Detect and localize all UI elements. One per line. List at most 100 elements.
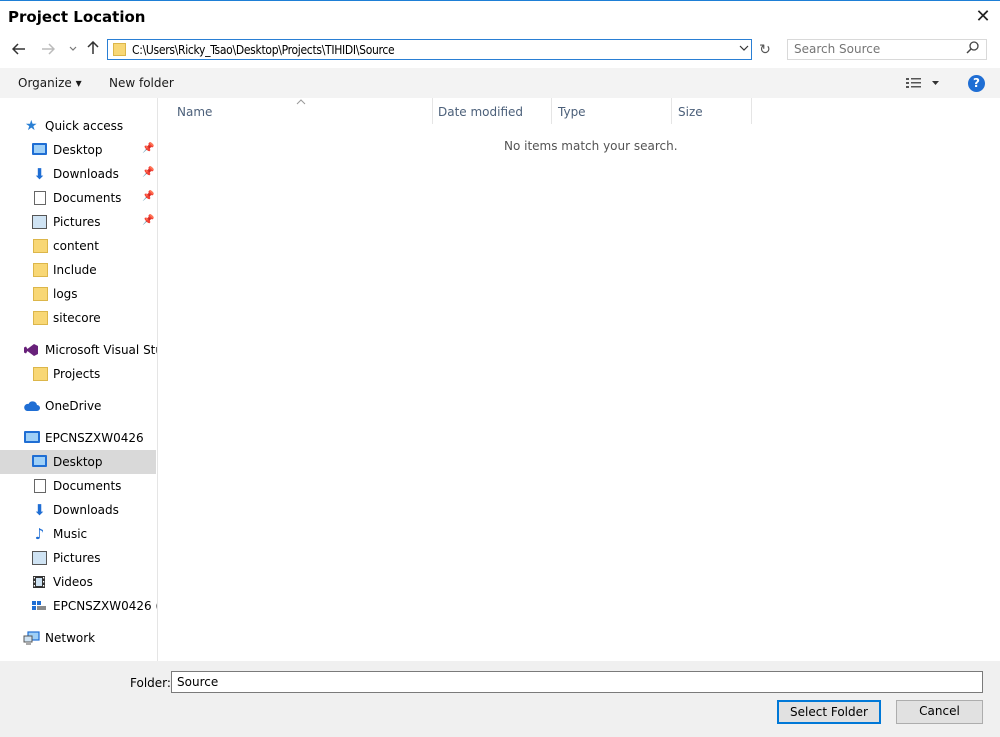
nav-label: Pictures	[53, 215, 101, 229]
nav-label: Projects	[53, 367, 101, 381]
nav-item-downloads-pc[interactable]: ⬇ Downloads	[0, 498, 156, 522]
view-options-icon[interactable]	[905, 76, 941, 93]
organize-button[interactable]: Organize ▾	[18, 76, 82, 90]
nav-item-documents[interactable]: Documents 📌	[0, 186, 156, 210]
new-folder-button[interactable]: New folder	[109, 76, 174, 90]
nav-this-pc[interactable]: EPCNSZXW0426	[0, 426, 156, 450]
nav-item-music[interactable]: ♪ Music	[0, 522, 156, 546]
cloud-icon	[23, 399, 40, 413]
desktop-icon	[32, 143, 47, 155]
nav-label: Documents	[53, 191, 122, 205]
back-arrow-icon[interactable]	[9, 40, 29, 60]
select-folder-button[interactable]: Select Folder	[777, 700, 881, 724]
pin-icon: 📌	[142, 191, 155, 202]
nav-network[interactable]: Network	[0, 626, 156, 650]
nav-onedrive[interactable]: OneDrive	[0, 394, 156, 418]
computer-icon	[24, 431, 40, 443]
close-button[interactable]: ✕	[971, 6, 995, 28]
nav-item-desktop[interactable]: Desktop 📌	[0, 138, 156, 162]
column-divider[interactable]	[751, 98, 752, 124]
network-icon	[23, 631, 40, 645]
nav-item-projects[interactable]: Projects	[0, 362, 156, 386]
downloads-icon: ⬇	[33, 501, 46, 519]
nav-item-downloads[interactable]: ⬇ Downloads 📌	[0, 162, 156, 186]
column-header-size[interactable]: Size	[678, 105, 703, 119]
nav-item-videos[interactable]: Videos	[0, 570, 156, 594]
star-icon: ★	[25, 118, 38, 134]
folder-icon	[113, 43, 126, 56]
videos-icon	[32, 575, 47, 589]
nav-label: Music	[53, 527, 88, 541]
recent-locations-dropdown-icon[interactable]	[63, 40, 83, 60]
folder-label: Folder:	[130, 676, 171, 690]
column-header-name[interactable]: Name	[177, 105, 212, 119]
column-header-type[interactable]: Type	[558, 105, 586, 119]
column-header-date-modified[interactable]: Date modified	[438, 105, 523, 119]
drive-icon	[31, 599, 46, 613]
folder-name-input[interactable]	[171, 671, 983, 693]
nav-label: OneDrive	[45, 399, 102, 413]
music-icon: ♪	[34, 525, 45, 543]
nav-label: Pictures	[53, 551, 101, 565]
nav-label: Downloads	[53, 503, 119, 517]
documents-icon	[34, 479, 46, 493]
visual-studio-icon	[23, 343, 38, 357]
address-dropdown-icon[interactable]	[737, 41, 751, 58]
documents-icon	[34, 191, 46, 205]
nav-label: Include	[53, 263, 97, 277]
nav-label: Network	[45, 631, 96, 645]
empty-folder-message: No items match your search.	[504, 139, 678, 153]
column-divider[interactable]	[551, 98, 552, 124]
downloads-icon: ⬇	[33, 165, 46, 183]
folder-icon	[33, 311, 48, 325]
folder-icon	[33, 263, 48, 277]
nav-quick-access[interactable]: ★ Quick access	[0, 114, 156, 138]
nav-item-sitecore[interactable]: sitecore	[0, 306, 156, 330]
nav-label: Videos	[53, 575, 93, 589]
search-icon[interactable]	[966, 41, 979, 59]
pictures-icon	[32, 551, 47, 565]
nav-label: Desktop	[53, 143, 103, 157]
nav-item-include[interactable]: Include	[0, 258, 156, 282]
address-path[interactable]: C:\Users\Ricky_Tsao\Desktop\Projects\TIH…	[132, 43, 395, 57]
cancel-button[interactable]: Cancel	[896, 700, 983, 724]
sort-ascending-icon	[296, 94, 306, 108]
nav-visual-studio[interactable]: Microsoft Visual Stud	[0, 338, 157, 362]
nav-label: EPCNSZXW0426	[45, 431, 144, 445]
nav-item-content[interactable]: content	[0, 234, 156, 258]
desktop-icon	[32, 455, 47, 467]
nav-label: Desktop	[53, 455, 103, 469]
nav-item-pictures-pc[interactable]: Pictures	[0, 546, 156, 570]
search-input[interactable]	[794, 42, 964, 56]
pictures-icon	[32, 215, 47, 229]
nav-label: EPCNSZXW0426 (C:	[53, 599, 157, 613]
refresh-icon[interactable]: ↻	[755, 40, 775, 60]
column-divider[interactable]	[671, 98, 672, 124]
folder-icon	[33, 287, 48, 301]
nav-label: logs	[53, 287, 78, 301]
nav-label: Microsoft Visual Stud	[45, 343, 157, 357]
nav-item-drive-c[interactable]: EPCNSZXW0426 (C:	[0, 594, 157, 618]
folder-icon	[33, 367, 48, 381]
address-bar[interactable]: C:\Users\Ricky_Tsao\Desktop\Projects\TIH…	[107, 39, 752, 60]
navigation-pane[interactable]: ★ Quick access Desktop 📌 ⬇ Downloads 📌 D…	[0, 98, 158, 661]
dialog-title: Project Location	[8, 8, 146, 26]
title-bar	[0, 0, 1000, 36]
forward-arrow-icon[interactable]	[38, 40, 58, 60]
nav-label: content	[53, 239, 99, 253]
pin-icon: 📌	[142, 215, 155, 226]
nav-item-desktop-pc[interactable]: Desktop	[0, 450, 156, 474]
help-icon[interactable]: ?	[968, 75, 985, 92]
nav-label: Downloads	[53, 167, 119, 181]
nav-label: Documents	[53, 479, 122, 493]
search-box[interactable]	[787, 39, 987, 60]
pin-icon: 📌	[142, 143, 155, 154]
pin-icon: 📌	[142, 167, 155, 178]
folder-icon	[33, 239, 48, 253]
nav-item-logs[interactable]: logs	[0, 282, 156, 306]
column-divider[interactable]	[432, 98, 433, 124]
up-arrow-icon[interactable]	[83, 40, 103, 60]
nav-item-documents-pc[interactable]: Documents	[0, 474, 156, 498]
nav-label: Quick access	[45, 119, 124, 133]
nav-item-pictures[interactable]: Pictures 📌	[0, 210, 156, 234]
